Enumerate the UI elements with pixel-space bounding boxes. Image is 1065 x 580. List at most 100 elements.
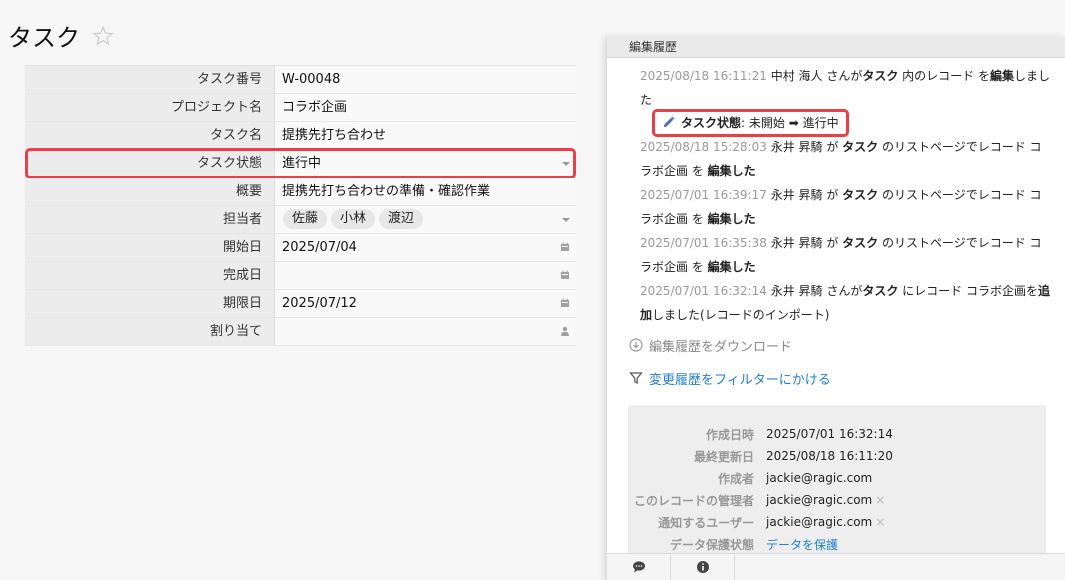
status-change-detail: タスク状態: 未開始 ➡ 進行中	[652, 109, 849, 137]
history-timestamp: 2025/07/01 16:32:14	[640, 284, 767, 298]
due-date-field[interactable]: 2025/07/12	[275, 290, 576, 317]
filter-history-label: 変更履歴をフィルターにかける	[649, 372, 831, 388]
page-title: タスク	[8, 18, 114, 53]
pencil-icon	[663, 116, 675, 128]
form-row-project-name: プロジェクト名 コラボ企画	[25, 94, 576, 122]
field-label: 完成日	[25, 262, 275, 289]
assign-field[interactable]	[275, 318, 576, 345]
history-text: 永井 昇騎 さんが	[770, 284, 863, 298]
history-item: 2025/08/18 16:11:21 中村 海人 さんがタスク 内のレコード …	[640, 64, 1051, 112]
download-icon	[629, 338, 643, 352]
history-timestamp: 2025/08/18 16:11:21	[640, 69, 767, 83]
form-row-assignees: 担当者 佐藤 小林 渡辺	[25, 206, 576, 234]
history-item: 2025/07/01 16:35:38 永井 昇騎 が タスク のリストページで…	[640, 231, 1051, 279]
history-timestamp: 2025/08/18 15:28:03	[640, 140, 767, 154]
project-name-field[interactable]: コラボ企画	[275, 94, 576, 121]
history-text: 永井 昇騎 が	[770, 236, 843, 250]
filter-icon	[629, 372, 643, 384]
meta-label: 作成日時	[705, 427, 754, 442]
completion-date-field[interactable]	[275, 262, 576, 289]
meta-row-updated-at: 最終更新日 2025/08/18 16:11:20	[628, 445, 1046, 467]
form-row-task-status: タスク状態 進行中	[25, 148, 576, 179]
edit-history-header: 編集履歴	[607, 37, 1065, 58]
protect-data-link[interactable]: データを保護	[766, 536, 838, 553]
change-from: 未開始	[748, 116, 785, 130]
calendar-icon[interactable]	[560, 242, 570, 252]
task-name-field[interactable]: 提携先打ち合わせ	[275, 122, 576, 149]
assignee-tag[interactable]: 小林	[331, 209, 376, 229]
comment-icon	[632, 561, 645, 573]
summary-field[interactable]: 提携先打ち合わせの準備・確認作業	[275, 178, 576, 205]
remove-notify-user-icon[interactable]: ×	[875, 515, 885, 529]
remove-admin-icon[interactable]: ×	[875, 493, 885, 507]
meta-row-data-protection: データ保護状態 データを保護	[628, 533, 1046, 555]
calendar-icon[interactable]	[560, 270, 570, 280]
info-icon	[696, 561, 709, 573]
edit-history-list: 2025/08/18 16:11:21 中村 海人 さんがタスク 内のレコード …	[607, 58, 1065, 327]
change-sep: :	[741, 116, 749, 130]
history-bold: タスク	[862, 69, 899, 83]
form-row-assign: 割り当て	[25, 318, 576, 346]
task-number-field[interactable]: W-00048	[275, 66, 576, 93]
field-label: タスク番号	[25, 66, 275, 93]
meta-value: jackie@ragic.com	[766, 493, 873, 507]
field-label: 割り当て	[25, 318, 275, 345]
history-timestamp: 2025/07/01 16:35:38	[640, 236, 767, 250]
meta-value: jackie@ragic.com	[766, 471, 873, 485]
form-row-task-name: タスク名 提携先打ち合わせ	[25, 122, 576, 150]
meta-row-record-admin: このレコードの管理者 jackie@ragic.com ×	[628, 489, 1046, 511]
history-bold: タスク	[862, 284, 899, 298]
download-history-label: 編集履歴をダウンロード	[649, 339, 793, 355]
history-change-line: タスク状態: 未開始 ➡ 進行中	[640, 109, 1051, 137]
comments-button[interactable]	[607, 554, 671, 580]
history-text: しました(レコードのインポート)	[652, 308, 830, 322]
field-label: 担当者	[25, 206, 275, 233]
history-bold: タスク	[842, 140, 879, 154]
panel-footer	[607, 553, 1065, 580]
start-date-field[interactable]: 2025/07/04	[275, 234, 576, 261]
history-bold: 編集	[990, 69, 1015, 83]
task-status-value: 進行中	[282, 156, 322, 171]
form-row-task-number: タスク番号 W-00048	[25, 66, 576, 94]
calendar-icon[interactable]	[560, 298, 570, 308]
history-text: 中村 海人 さんが	[770, 69, 863, 83]
due-date-value: 2025/07/12	[282, 296, 357, 311]
download-history-link[interactable]: 編集履歴をダウンロード	[607, 333, 1065, 357]
history-bold: タスク	[842, 236, 879, 250]
history-bold: 編集した	[707, 164, 756, 178]
chevron-down-icon[interactable]	[562, 162, 570, 166]
history-timestamp: 2025/07/01 16:39:17	[640, 188, 767, 202]
user-icon[interactable]	[560, 326, 570, 336]
history-text: にレコード コラボ企画を	[898, 284, 1038, 298]
form-row-summary: 概要 提携先打ち合わせの準備・確認作業	[25, 178, 576, 206]
meta-value: 2025/08/18 16:11:20	[766, 449, 893, 463]
meta-row-creator: 作成者 jackie@ragic.com	[628, 467, 1046, 489]
history-text: 永井 昇騎 が	[770, 140, 843, 154]
record-form: タスク番号 W-00048 プロジェクト名 コラボ企画 タスク名 提携先打ち合わ…	[25, 65, 576, 346]
field-label: タスク状態	[25, 150, 275, 177]
star-icon[interactable]	[92, 25, 114, 47]
info-button[interactable]	[671, 554, 735, 580]
meta-row-created-at: 作成日時 2025/07/01 16:32:14	[628, 423, 1046, 445]
meta-row-notify-users: 通知するユーザー jackie@ragic.com ×	[628, 511, 1046, 533]
assignee-tag[interactable]: 渡辺	[379, 209, 424, 229]
filter-history-link[interactable]: 変更履歴をフィルターにかける	[607, 366, 1065, 390]
meta-label: 作成者	[717, 471, 754, 486]
meta-label: このレコードの管理者	[633, 493, 754, 508]
change-field-name: タスク状態	[681, 116, 742, 130]
record-info-box: 作成日時 2025/07/01 16:32:14 最終更新日 2025/08/1…	[628, 405, 1046, 565]
assignees-select[interactable]: 佐藤 小林 渡辺	[275, 206, 576, 233]
meta-label: データ保護状態	[669, 537, 754, 552]
assignee-tag[interactable]: 佐藤	[283, 209, 328, 229]
meta-value: 2025/07/01 16:32:14	[766, 427, 893, 441]
history-bold: 編集した	[707, 260, 756, 274]
change-to: 進行中	[802, 116, 839, 130]
field-label: 期限日	[25, 290, 275, 317]
history-item: 2025/08/18 15:28:03 永井 昇騎 が タスク のリストページで…	[640, 135, 1051, 183]
field-label: タスク名	[25, 122, 275, 149]
page-title-text: タスク	[8, 24, 80, 52]
chevron-down-icon[interactable]	[562, 218, 570, 222]
task-status-select[interactable]: 進行中	[275, 150, 576, 177]
side-panel: 編集履歴 2025/08/18 16:11:21 中村 海人 さんがタスク 内の…	[606, 37, 1065, 580]
field-label: プロジェクト名	[25, 94, 275, 121]
